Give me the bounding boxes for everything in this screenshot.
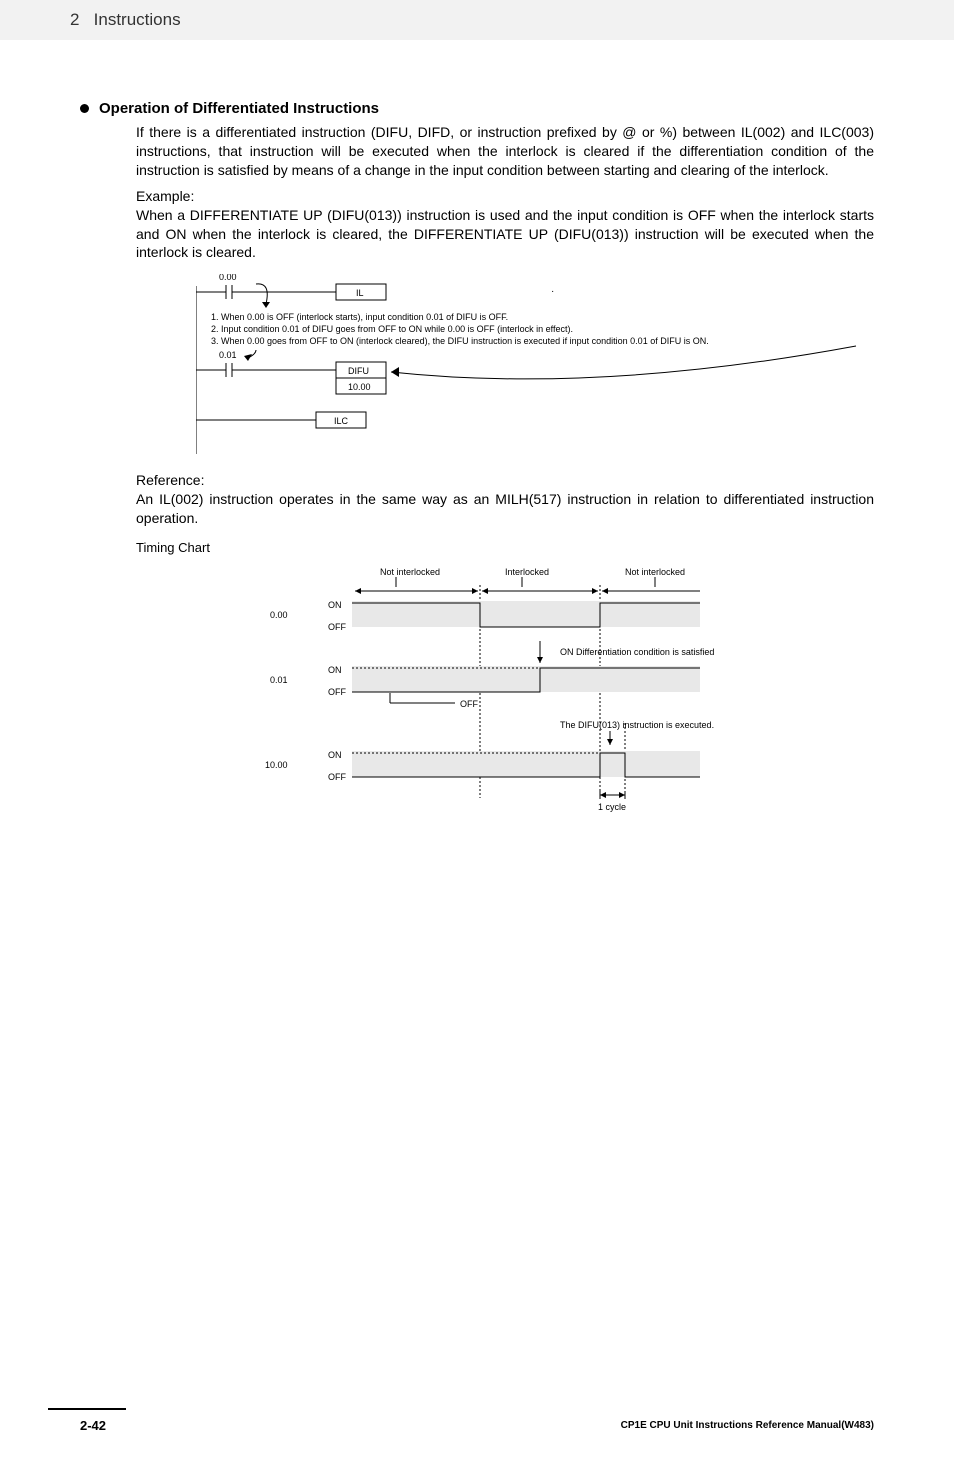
ladder-note-1: 1. When 0.00 is OFF (interlock starts), … [211,312,508,322]
manual-name: CP1E CPU Unit Instructions Reference Man… [621,1420,874,1431]
timing-chart: Not interlocked Interlocked Not interloc… [260,563,810,818]
ladder-note-2: 2. Input condition 0.01 of DIFU goes fro… [211,324,573,334]
chapter-header: 2 Instructions [0,0,954,40]
region-2: Not interlocked [625,567,685,577]
cycle-label: 1 cycle [598,802,626,812]
reference-text: An IL(002) instruction operates in the s… [136,490,874,528]
signal-2-off: OFF [328,772,346,782]
ladder-il-box: IL [356,288,364,298]
reference-label: Reference: [136,472,874,488]
timing-svg: Not interlocked Interlocked Not interloc… [260,563,810,813]
example-label: Example: [136,188,874,204]
ladder-svg: 0.00 IL 1. When 0.00 is OFF (interlock s… [196,274,876,464]
ladder-note-3: 3. When 0.00 goes from OFF to ON (interl… [211,336,709,346]
section-heading-text: Operation of Differentiated Instructions [99,100,379,117]
chapter-number: 2 [70,10,79,29]
signal-1-on: ON [328,665,342,675]
section-heading: Operation of Differentiated Instructions [80,100,874,117]
footer-rule [48,1408,126,1410]
signal-2-on: ON [328,750,342,760]
ladder-diagram: 0.00 IL 1. When 0.00 is OFF (interlock s… [196,274,876,464]
ladder-difu-box: DIFU [348,366,369,376]
ladder-addr-box: 10.00 [348,382,371,392]
signal-1-name: 0.01 [270,675,288,685]
signal-1-off: OFF [328,687,346,697]
timing-chart-label: Timing Chart [136,540,874,555]
example-text: When a DIFFERENTIATE UP (DIFU(013)) inst… [136,206,874,263]
page-content: Operation of Differentiated Instructions… [0,40,954,858]
signal-2-annot: The DIFU(013) instruction is executed. [560,720,714,730]
signal-2-name: 10.00 [265,760,288,770]
page-number: 2-42 [80,1418,106,1433]
page-footer: 2-42 CP1E CPU Unit Instructions Referenc… [0,1418,954,1463]
region-0: Not interlocked [380,567,440,577]
section-paragraph-1: If there is a differentiated instruction… [136,123,874,180]
region-1: Interlocked [505,567,549,577]
chapter-title: Instructions [94,10,181,29]
signal-0-on: ON [328,600,342,610]
ladder-contact-0: 0.00 [219,274,237,282]
ladder-ilc-box: ILC [334,416,349,426]
signal-1-off-annot: OFF [460,699,478,709]
dot-mark: · [551,286,554,297]
signal-1-on-annot: ON Differentiation condition is satisfie… [560,647,714,657]
ladder-contact-1: 0.01 [219,350,237,360]
bullet-icon [80,104,89,113]
signal-0-off: OFF [328,622,346,632]
signal-0-name: 0.00 [270,610,288,620]
